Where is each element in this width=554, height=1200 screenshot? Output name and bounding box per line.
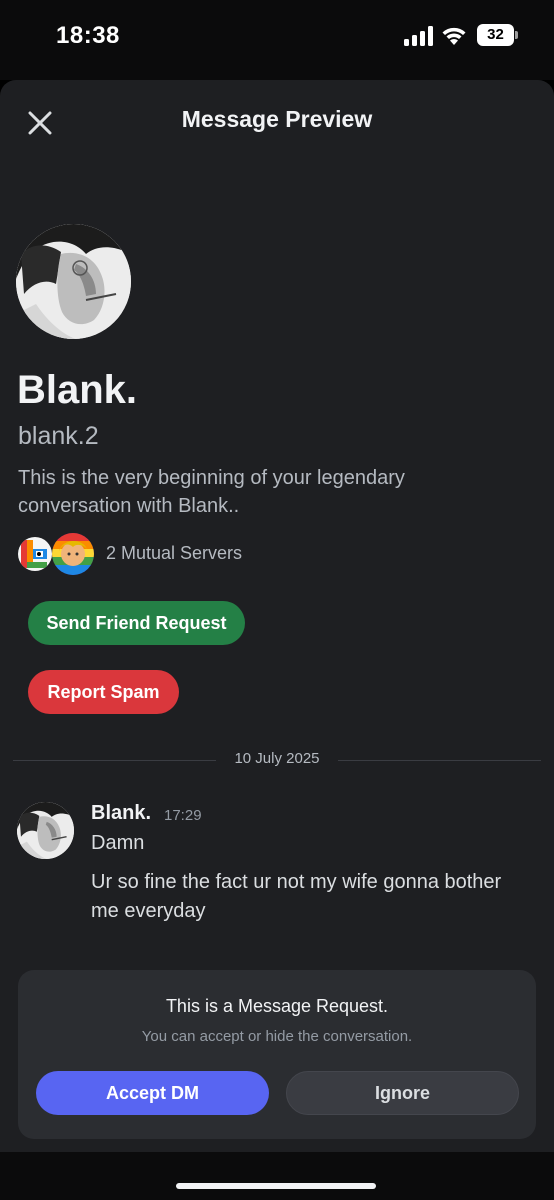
server-icon <box>52 533 94 575</box>
signal-icon <box>404 26 433 46</box>
message-avatar[interactable] <box>17 802 74 859</box>
bottom-safe-area <box>0 1152 554 1200</box>
profile-avatar[interactable] <box>16 224 131 339</box>
profile-username: blank.2 <box>18 422 99 450</box>
battery-tip <box>515 31 518 39</box>
conversation-intro: This is the very beginning of your legen… <box>18 467 405 517</box>
request-subtitle: You can accept or hide the conversation. <box>141 1028 413 1045</box>
send-friend-request-button[interactable]: Send Friend Request <box>28 601 245 645</box>
message-author[interactable]: Blank. <box>91 802 151 825</box>
message-timestamp: 17:29 <box>164 807 202 824</box>
battery-level: 32 <box>477 24 514 46</box>
battery-icon: 32 <box>477 24 519 46</box>
mutual-servers-label: 2 Mutual Servers <box>106 543 243 563</box>
date-divider: 10 July 2025 <box>234 750 320 767</box>
message-text: Damn <box>91 832 145 854</box>
accept-dm-button[interactable]: Accept DM <box>36 1071 269 1115</box>
server-icon <box>18 537 52 571</box>
status-bar: 18:38 32 <box>0 0 554 80</box>
wifi-icon <box>442 27 466 45</box>
profile-display-name: Blank. <box>17 368 138 412</box>
request-title: This is a Message Request. <box>165 996 389 1016</box>
home-indicator[interactable] <box>176 1183 376 1189</box>
report-spam-button[interactable]: Report Spam <box>28 670 179 714</box>
ignore-button[interactable]: Ignore <box>286 1071 519 1115</box>
message-text: Ur so fine the fact ur not my wife gonna… <box>91 871 502 922</box>
page-title: Message Preview <box>181 106 373 132</box>
status-time: 18:38 <box>56 22 120 49</box>
